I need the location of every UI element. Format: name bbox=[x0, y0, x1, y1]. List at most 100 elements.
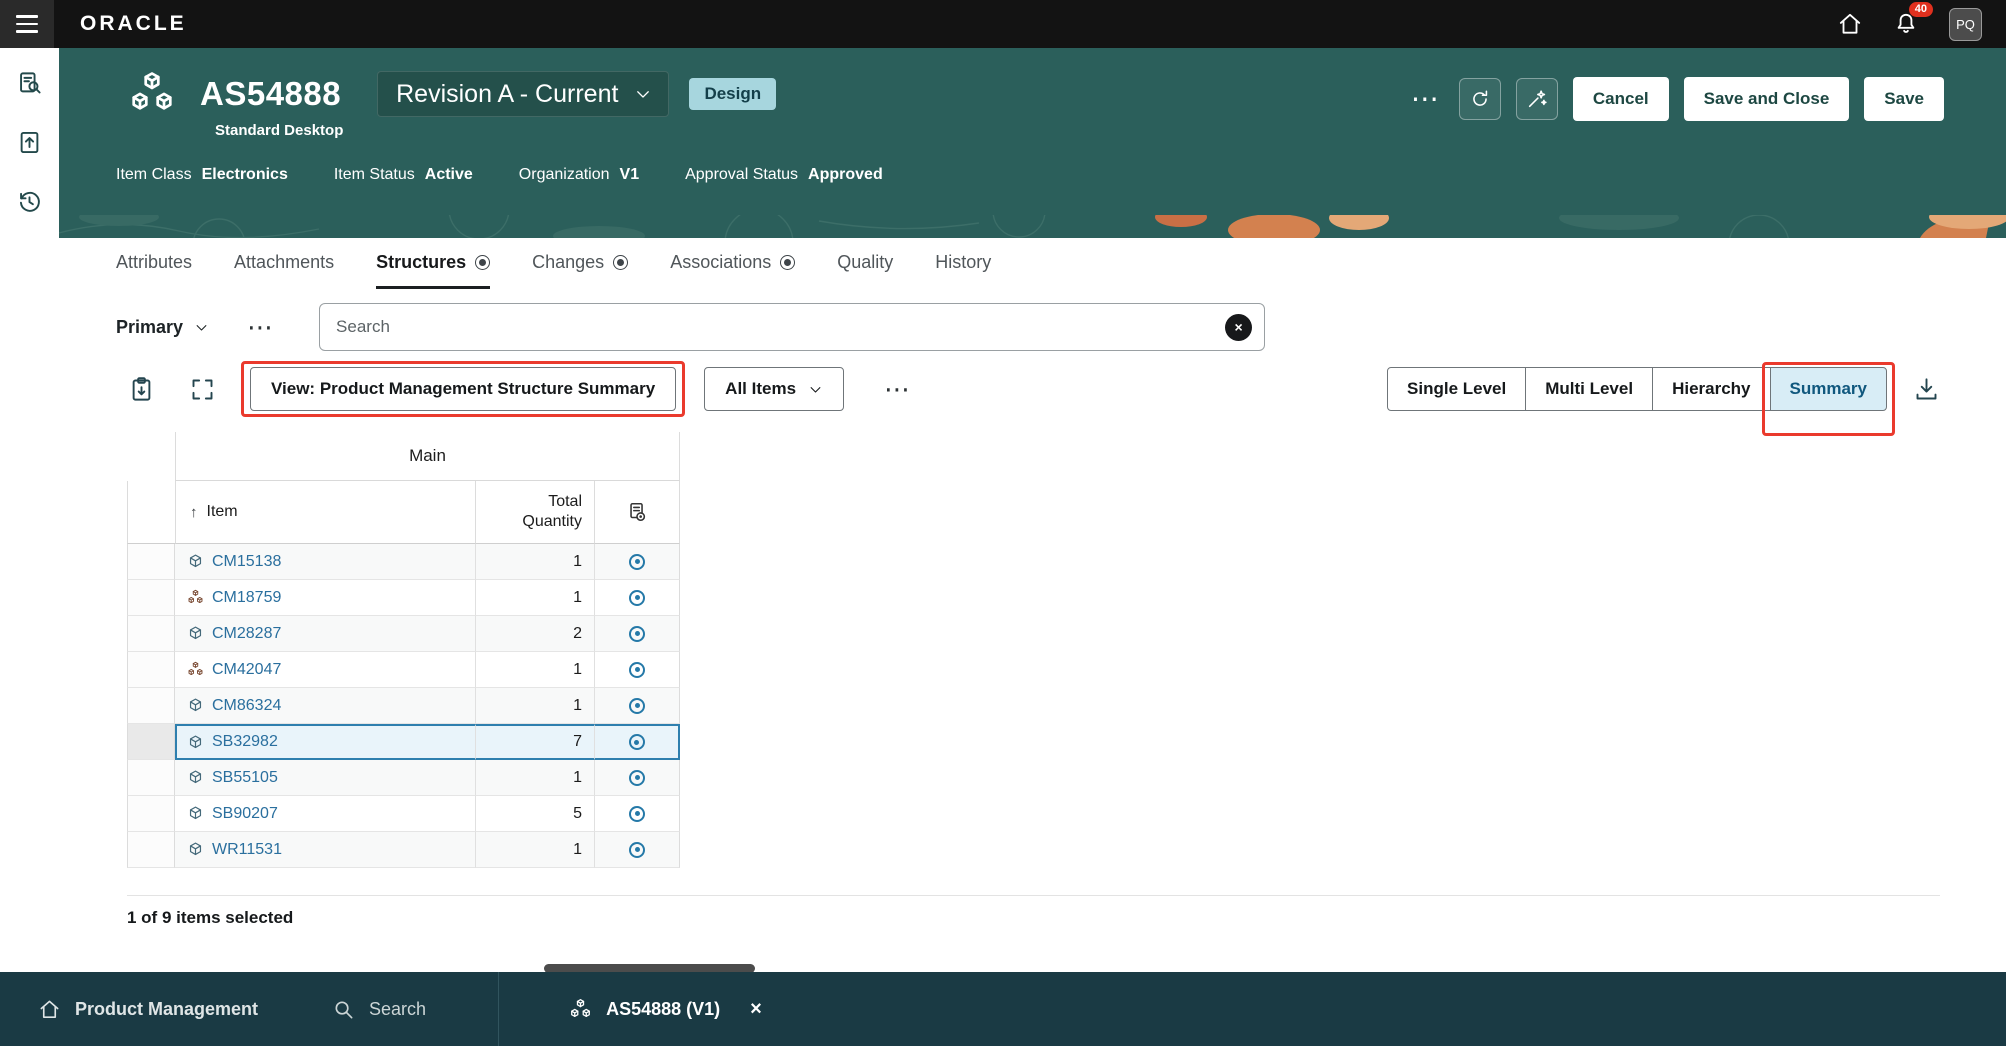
revision-dropdown[interactable]: Revision A - Current bbox=[377, 71, 669, 117]
table-row[interactable]: CM42047 1 bbox=[127, 652, 680, 688]
row-selector-cell[interactable] bbox=[127, 544, 175, 580]
eye-cell[interactable] bbox=[594, 832, 680, 868]
eye-cell[interactable] bbox=[594, 724, 680, 760]
eye-cell[interactable] bbox=[594, 652, 680, 688]
row-selector-cell[interactable] bbox=[127, 688, 175, 724]
tab-structures[interactable]: Structures bbox=[376, 252, 490, 289]
add-from-clipboard-icon[interactable] bbox=[128, 376, 155, 403]
eye-cell[interactable] bbox=[594, 616, 680, 652]
view-selector-label: View: Product Management Structure Summa… bbox=[271, 379, 655, 399]
item-link[interactable]: SB55105 bbox=[212, 769, 278, 787]
table-row[interactable]: CM18759 1 bbox=[127, 580, 680, 616]
row-selector-cell[interactable] bbox=[127, 724, 175, 760]
smart-actions-icon bbox=[1526, 88, 1548, 110]
eye-cell[interactable] bbox=[594, 796, 680, 832]
view-details-icon[interactable] bbox=[629, 662, 645, 678]
table-row[interactable]: CM28287 2 bbox=[127, 616, 680, 652]
view-details-icon[interactable] bbox=[629, 734, 645, 750]
item-structure-icon bbox=[569, 998, 592, 1021]
oracle-logo[interactable]: ORACLE bbox=[80, 12, 187, 36]
quantity-cell: 2 bbox=[475, 616, 594, 652]
view-mode-hierarchy[interactable]: Hierarchy bbox=[1652, 367, 1770, 411]
item-structure-icon bbox=[128, 70, 176, 118]
sort-ascending-icon[interactable]: ↑ bbox=[190, 504, 198, 521]
taskbar-product-management[interactable]: Product Management bbox=[38, 998, 258, 1021]
tab-quality[interactable]: Quality bbox=[837, 252, 893, 289]
view-mode-summary-label: Summary bbox=[1790, 379, 1867, 399]
tab-history[interactable]: History bbox=[935, 252, 991, 289]
view-details-icon[interactable] bbox=[629, 698, 645, 714]
save-and-close-button[interactable]: Save and Close bbox=[1684, 77, 1850, 121]
side-panel-rail bbox=[0, 48, 59, 972]
view-mode-multi-level[interactable]: Multi Level bbox=[1525, 367, 1653, 411]
row-selector-cell[interactable] bbox=[127, 760, 175, 796]
row-selector-cell[interactable] bbox=[127, 616, 175, 652]
quantity-column-header[interactable]: Total Quantity bbox=[475, 481, 594, 544]
item-number-title: AS54888 bbox=[200, 75, 341, 113]
notifications-button[interactable]: 40 bbox=[1893, 11, 1919, 37]
info-value: V1 bbox=[620, 166, 640, 184]
selection-summary: 1 of 9 items selected bbox=[127, 908, 293, 928]
close-tab-icon[interactable]: × bbox=[750, 999, 762, 1019]
smart-actions-button[interactable] bbox=[1516, 78, 1558, 120]
item-column-header[interactable]: ↑ Item bbox=[175, 481, 475, 544]
tab-associations[interactable]: Associations bbox=[670, 252, 795, 289]
table-row[interactable]: CM15138 1 bbox=[127, 544, 680, 580]
maximize-icon[interactable] bbox=[189, 376, 216, 403]
view-details-icon[interactable] bbox=[629, 842, 645, 858]
eye-cell[interactable] bbox=[594, 580, 680, 616]
item-link[interactable]: WR11531 bbox=[212, 841, 282, 859]
table-row[interactable]: CM86324 1 bbox=[127, 688, 680, 724]
clear-search-icon[interactable]: × bbox=[1225, 314, 1252, 341]
export-download-icon[interactable] bbox=[1913, 376, 1940, 403]
sidebar-item-search-icon[interactable] bbox=[16, 70, 43, 97]
table-row-selected[interactable]: SB32982 7 bbox=[127, 724, 680, 760]
taskbar-search[interactable]: Search bbox=[332, 998, 426, 1021]
navigator-menu-icon[interactable] bbox=[0, 0, 54, 48]
sidebar-clipboard-up-icon[interactable] bbox=[16, 129, 43, 156]
refresh-button[interactable] bbox=[1459, 78, 1501, 120]
view-selector-button[interactable]: View: Product Management Structure Summa… bbox=[250, 367, 676, 411]
row-selector-cell[interactable] bbox=[127, 652, 175, 688]
taskbar-open-item-tab[interactable]: AS54888 (V1) × bbox=[569, 998, 762, 1021]
eye-cell[interactable] bbox=[594, 544, 680, 580]
item-link[interactable]: SB32982 bbox=[212, 733, 278, 751]
cancel-button[interactable]: Cancel bbox=[1573, 77, 1669, 121]
table-row[interactable]: WR11531 1 bbox=[127, 832, 680, 868]
row-selector-cell[interactable] bbox=[127, 796, 175, 832]
table-row[interactable]: SB90207 5 bbox=[127, 796, 680, 832]
save-button[interactable]: Save bbox=[1864, 77, 1944, 121]
structure-name-dropdown[interactable]: Primary bbox=[116, 317, 209, 338]
view-details-icon[interactable] bbox=[629, 770, 645, 786]
sidebar-history-icon[interactable] bbox=[16, 188, 43, 215]
item-link[interactable]: CM42047 bbox=[212, 661, 281, 679]
item-link[interactable]: CM15138 bbox=[212, 553, 281, 571]
quantity-cell: 1 bbox=[475, 760, 594, 796]
view-details-icon[interactable] bbox=[629, 806, 645, 822]
view-details-icon[interactable] bbox=[629, 554, 645, 570]
search-input[interactable] bbox=[336, 317, 1225, 337]
user-avatar[interactable]: PQ bbox=[1949, 8, 1982, 41]
quantity-cell: 1 bbox=[475, 544, 594, 580]
row-selector-cell[interactable] bbox=[127, 580, 175, 616]
eye-cell[interactable] bbox=[594, 760, 680, 796]
items-filter-dropdown[interactable]: All Items bbox=[704, 367, 844, 411]
view-mode-single-level[interactable]: Single Level bbox=[1387, 367, 1526, 411]
tab-attributes[interactable]: Attributes bbox=[116, 252, 192, 289]
view-details-icon[interactable] bbox=[629, 626, 645, 642]
tab-attachments[interactable]: Attachments bbox=[234, 252, 334, 289]
view-mode-summary[interactable]: Summary bbox=[1770, 367, 1887, 411]
lifecycle-phase-badge: Design bbox=[689, 78, 776, 110]
view-details-icon[interactable] bbox=[629, 590, 645, 606]
row-selector-cell[interactable] bbox=[127, 832, 175, 868]
home-icon[interactable] bbox=[1837, 11, 1863, 37]
quantity-column-label: Total Quantity bbox=[502, 492, 582, 532]
item-link[interactable]: CM18759 bbox=[212, 589, 281, 607]
structure-toolbar: View: Product Management Structure Summa… bbox=[128, 366, 1940, 412]
item-link[interactable]: SB90207 bbox=[212, 805, 278, 823]
item-link[interactable]: CM86324 bbox=[212, 697, 281, 715]
item-link[interactable]: CM28287 bbox=[212, 625, 281, 643]
tab-changes[interactable]: Changes bbox=[532, 252, 628, 289]
eye-cell[interactable] bbox=[594, 688, 680, 724]
table-row[interactable]: SB55105 1 bbox=[127, 760, 680, 796]
